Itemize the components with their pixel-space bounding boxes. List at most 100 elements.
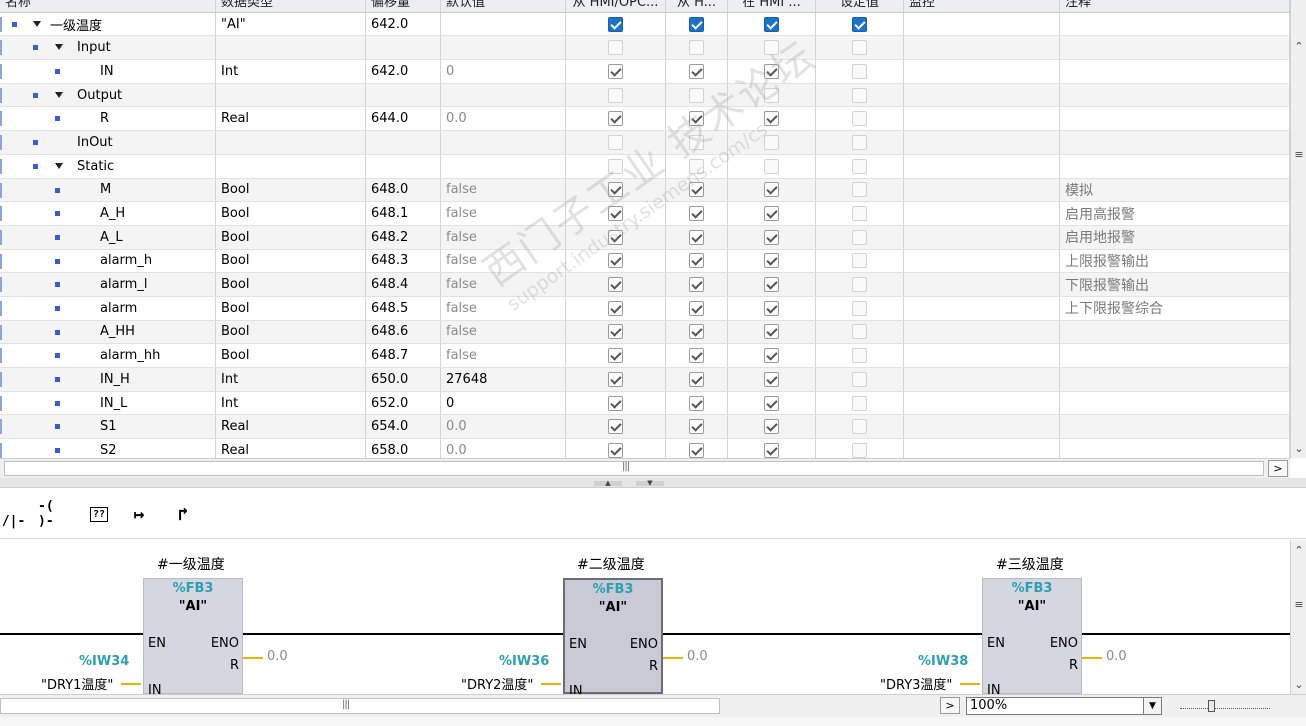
checkbox[interactable] <box>608 158 623 174</box>
table-horizontal-scrollbar[interactable]: ||| > <box>0 458 1290 478</box>
checkbox[interactable] <box>764 277 779 293</box>
table-row[interactable]: IN Int 642.0 0 <box>0 60 1290 84</box>
type-cell[interactable] <box>216 36 366 60</box>
checkbox[interactable] <box>852 229 867 245</box>
checkbox[interactable] <box>689 16 704 32</box>
input-address[interactable]: %IW36 <box>499 654 549 669</box>
checkbox[interactable] <box>764 395 779 411</box>
checkbox[interactable] <box>764 16 779 32</box>
checkbox[interactable] <box>689 158 704 174</box>
name-cell[interactable]: IN <box>0 60 216 83</box>
instance-db-label[interactable]: #一级温度 <box>157 554 225 574</box>
zoom-select[interactable]: 100% ▼ <box>966 697 1162 715</box>
scroll-up-icon[interactable]: ⌃ <box>1291 542 1306 558</box>
checkbox[interactable] <box>852 419 867 435</box>
table-row[interactable]: alarm_l Bool 648.4 false 下限报警输出 <box>0 273 1290 297</box>
r-output-value[interactable]: 0.0 <box>1106 649 1127 664</box>
checkbox[interactable] <box>608 111 623 127</box>
table-row[interactable]: A_HH Bool 648.6 false <box>0 320 1290 345</box>
ladder-vertical-scrollbar[interactable]: ⌃ ≡ ⌄ <box>1290 540 1306 695</box>
checkbox[interactable] <box>608 16 623 32</box>
scroll-thumb[interactable] <box>4 461 1264 476</box>
checkbox[interactable] <box>852 134 867 150</box>
checkbox[interactable] <box>764 158 779 174</box>
checkbox[interactable] <box>764 87 779 103</box>
type-cell[interactable] <box>216 83 366 107</box>
start-value-cell[interactable]: false <box>441 273 566 296</box>
scroll-grip-icon[interactable]: ≡ <box>1291 596 1306 612</box>
comment-cell[interactable] <box>1060 415 1290 439</box>
name-cell[interactable]: IN_H <box>0 368 216 391</box>
table-row[interactable]: R Real 644.0 0.0 <box>0 107 1290 132</box>
slider-knob[interactable] <box>1208 700 1215 712</box>
col-header-monitor[interactable]: 监控 <box>904 0 1060 12</box>
checkbox[interactable] <box>764 134 779 150</box>
empty-box-icon[interactable]: ?? <box>82 499 116 529</box>
checkbox[interactable] <box>689 324 704 340</box>
fb-box[interactable]: %FB3 "AI" EN ENO R IN <box>563 578 663 694</box>
checkbox[interactable] <box>689 111 704 127</box>
checkbox[interactable] <box>764 371 779 387</box>
expand-icon[interactable] <box>55 91 63 98</box>
start-value-cell[interactable]: false <box>441 296 566 320</box>
table-row[interactable]: IN_L Int 652.0 0 <box>0 391 1290 416</box>
checkbox[interactable] <box>689 40 704 56</box>
name-cell[interactable]: A_L <box>0 225 216 249</box>
checkbox[interactable] <box>764 253 779 269</box>
checkbox[interactable] <box>852 111 867 127</box>
checkbox[interactable] <box>608 395 623 411</box>
comment-cell[interactable]: 启用高报警 <box>1060 202 1290 225</box>
col-header-start-value[interactable]: 默认值 <box>441 0 566 12</box>
table-row[interactable]: alarm_hh Bool 648.7 false <box>0 344 1290 368</box>
comment-cell[interactable] <box>1060 131 1290 154</box>
col-header-hmi-visible[interactable]: 在 HMI ... <box>728 0 816 12</box>
scroll-right-icon[interactable]: > <box>940 697 960 714</box>
start-value-cell[interactable]: 0 <box>441 391 566 415</box>
ladder-horizontal-scrollbar[interactable]: ||| <box>0 697 940 715</box>
checkbox[interactable] <box>689 277 704 293</box>
table-row[interactable]: M Bool 648.0 false 模拟 <box>0 178 1290 203</box>
name-cell[interactable]: alarm_l <box>0 273 216 296</box>
checkbox[interactable] <box>852 87 867 103</box>
start-value-cell[interactable] <box>441 83 566 107</box>
name-cell[interactable]: A_HH <box>0 320 216 344</box>
checkbox[interactable] <box>689 348 704 364</box>
comment-cell[interactable] <box>1060 154 1290 178</box>
checkbox[interactable] <box>608 300 623 316</box>
comment-cell[interactable] <box>1060 368 1290 391</box>
name-cell[interactable]: A_H <box>0 202 216 225</box>
col-header-setpoint[interactable]: 设定值 <box>816 0 904 12</box>
name-cell[interactable]: Static <box>0 154 216 178</box>
checkbox[interactable] <box>689 300 704 316</box>
checkbox[interactable] <box>852 16 867 32</box>
checkbox[interactable] <box>608 229 623 245</box>
chevron-down-icon[interactable]: ▼ <box>1143 698 1161 714</box>
expand-icon[interactable] <box>55 162 63 169</box>
splitter-up-icon[interactable]: ▲ <box>594 480 622 487</box>
instance-db-label[interactable]: #三级温度 <box>996 554 1064 574</box>
type-cell[interactable]: Bool <box>216 320 366 344</box>
table-row[interactable]: alarm Bool 648.5 false 上下限报警综合 <box>0 296 1290 321</box>
comment-cell[interactable] <box>1060 391 1290 415</box>
checkbox[interactable] <box>689 371 704 387</box>
checkbox[interactable] <box>608 206 623 222</box>
type-cell[interactable]: Real <box>216 107 366 131</box>
checkbox[interactable] <box>852 182 867 198</box>
checkbox[interactable] <box>608 182 623 198</box>
checkbox[interactable] <box>689 419 704 435</box>
comment-cell[interactable]: 上限报警输出 <box>1060 249 1290 273</box>
name-cell[interactable]: alarm_hh <box>0 344 216 367</box>
comment-cell[interactable]: 启用地报警 <box>1060 225 1290 249</box>
name-cell[interactable]: Output <box>0 83 216 107</box>
checkbox[interactable] <box>608 40 623 56</box>
col-header-comment[interactable]: 注释 <box>1060 0 1290 12</box>
comment-cell[interactable] <box>1060 12 1290 36</box>
checkbox[interactable] <box>764 40 779 56</box>
scroll-up-icon[interactable]: ⌃ <box>1291 38 1306 54</box>
comment-cell[interactable]: 上下限报警综合 <box>1060 296 1290 320</box>
comment-cell[interactable] <box>1060 320 1290 344</box>
table-row[interactable]: Input <box>0 36 1290 61</box>
name-cell[interactable]: IN_L <box>0 391 216 415</box>
checkbox[interactable] <box>608 277 623 293</box>
checkbox[interactable] <box>608 419 623 435</box>
